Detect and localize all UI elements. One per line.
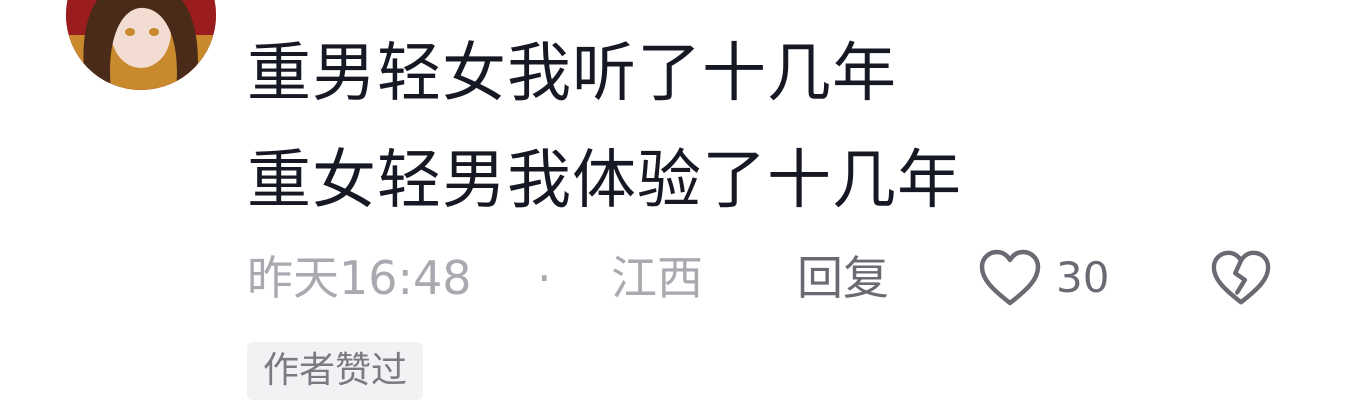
comment-text-line-2: 重女轻男我体验了十几年 — [247, 144, 962, 218]
like-count: 30 — [1056, 253, 1110, 302]
comment-time: 昨天16:48 — [247, 251, 472, 305]
comment-text-line-1: 重男轻女我听了十几年 — [247, 37, 897, 111]
avatar[interactable] — [66, 0, 216, 90]
comment-location: 江西 — [611, 251, 703, 305]
reply-button[interactable]: 回复 — [797, 246, 889, 310]
heart-outline-icon — [979, 249, 1041, 306]
avatar-image — [66, 0, 216, 90]
broken-heart-icon — [1211, 250, 1271, 305]
meta-separator: · — [537, 251, 552, 305]
like-button[interactable]: 30 — [978, 246, 1109, 310]
dislike-button[interactable] — [1210, 246, 1272, 310]
author-liked-badge: 作者赞过 — [247, 342, 424, 400]
